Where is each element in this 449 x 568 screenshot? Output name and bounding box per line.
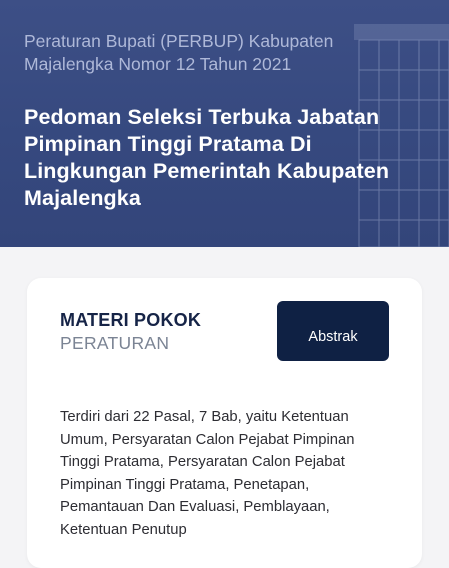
regulation-reference: Peraturan Bupati (PERBUP) Kabupaten Maja… bbox=[24, 31, 334, 74]
page-title: Pedoman Seleksi Terbuka Jabatan Pimpinan… bbox=[24, 105, 390, 210]
card-heading: MATERI POKOK bbox=[60, 310, 202, 330]
materi-pokok-card: MATERI POKOK PERATURAN Abstrak Terdiri d… bbox=[27, 278, 422, 568]
card-subheading: PERATURAN bbox=[60, 333, 170, 353]
materi-description: Terdiri dari 22 Pasal, 7 Bab, yaitu Kete… bbox=[60, 409, 355, 538]
hero-banner: Peraturan Bupati (PERBUP) Kabupaten Maja… bbox=[0, 0, 449, 247]
abstrak-button[interactable]: Abstrak bbox=[277, 301, 389, 361]
